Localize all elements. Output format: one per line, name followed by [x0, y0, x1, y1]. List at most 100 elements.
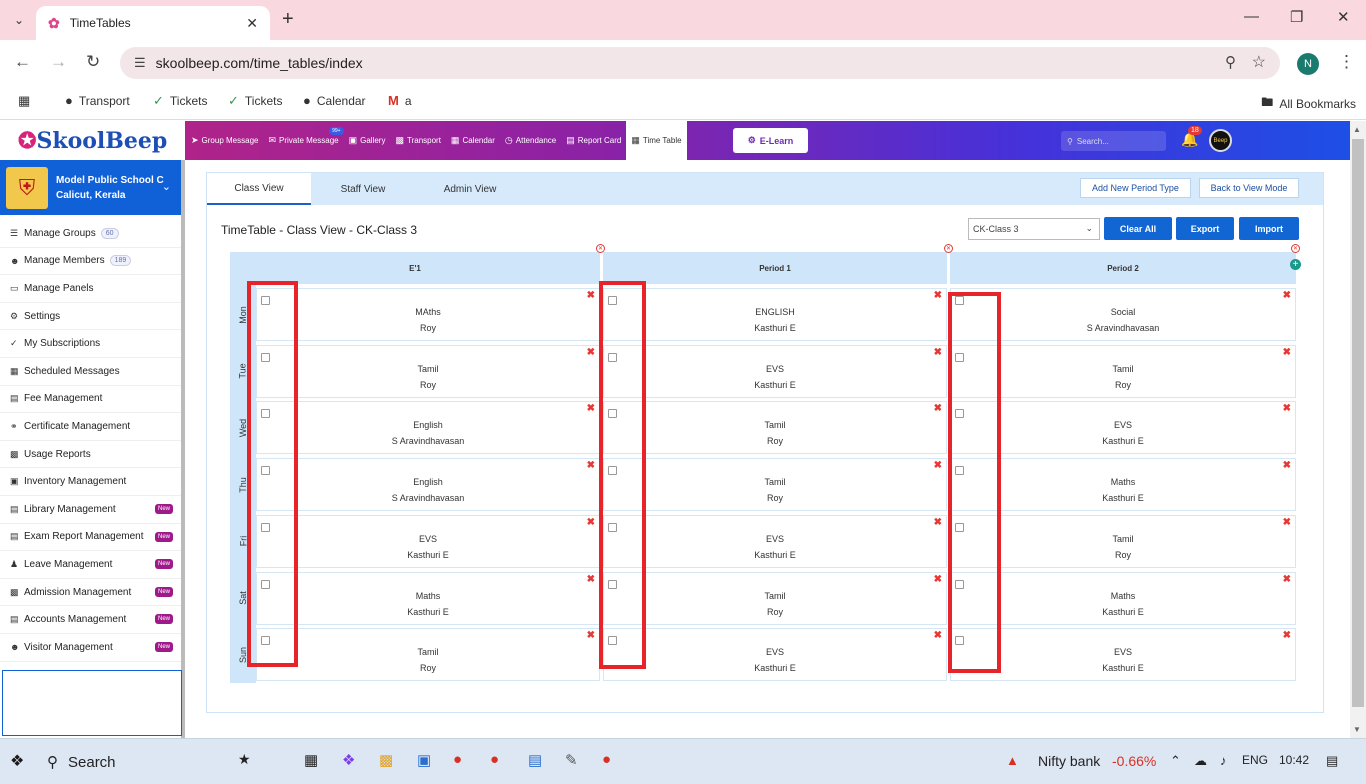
delete-cell-icon[interactable]: ✖	[1283, 403, 1291, 414]
remove-column-icon[interactable]: ✕	[596, 244, 605, 253]
site-info-icon[interactable]: ☰	[134, 55, 146, 71]
sidebar-item-manage-members[interactable]: ☻ Manage Members 189	[0, 248, 181, 276]
timetable-cell[interactable]: ✖ EVS Kasthuri E	[256, 514, 600, 568]
timetable-cell[interactable]: ✖ EVS Kasthuri E	[603, 514, 947, 568]
all-bookmarks[interactable]: 🖿 All Bookmarks	[1261, 93, 1356, 114]
paint-icon[interactable]: ✎	[565, 751, 578, 769]
windows-start-icon[interactable]: ❖	[10, 751, 24, 771]
user-avatar[interactable]: Beep	[1209, 129, 1232, 152]
timetable-cell[interactable]: ✖ Maths Kasthuri E	[256, 571, 600, 625]
delete-cell-icon[interactable]: ✖	[934, 290, 942, 301]
export-button[interactable]: Export	[1176, 217, 1234, 240]
language-indicator[interactable]: ENG	[1242, 753, 1268, 767]
back-to-view-mode-button[interactable]: Back to View Mode	[1199, 178, 1299, 198]
delete-cell-icon[interactable]: ✖	[587, 460, 595, 471]
delete-cell-icon[interactable]: ✖	[1283, 630, 1291, 641]
timetable-cell[interactable]: ✖ EVS Kasthuri E	[603, 628, 947, 682]
delete-cell-icon[interactable]: ✖	[934, 517, 942, 528]
timetable-cell[interactable]: ✖ EVS Kasthuri E	[950, 401, 1296, 455]
sidebar-item-leave-management[interactable]: ♟ Leave Management New	[0, 551, 181, 579]
sidebar-item-manage-panels[interactable]: ▭ Manage Panels	[0, 275, 181, 303]
forward-icon[interactable]: →	[50, 52, 67, 72]
file-explorer-icon[interactable]: ▩	[379, 751, 393, 769]
network-icon[interactable]: ☁	[1194, 753, 1207, 769]
chrome-profile-icon[interactable]: ●	[602, 751, 611, 768]
timetable-cell[interactable]: ✖ Social S Aravindhavasan	[950, 288, 1296, 341]
sidebar-item-usage-reports[interactable]: ▩ Usage Reports	[0, 441, 181, 469]
sidebar-item-accounts-management[interactable]: ▤ Accounts Management New	[0, 606, 181, 634]
menu-gallery[interactable]: ▣ Gallery	[344, 121, 391, 160]
sidebar-item-inventory-management[interactable]: ▣ Inventory Management	[0, 468, 181, 496]
task-view-icon[interactable]: ▦	[304, 751, 318, 769]
menu-time-table[interactable]: ▦ Time Table	[626, 121, 687, 160]
show-hidden-icons-icon[interactable]: ⌃	[1170, 753, 1181, 769]
bookmark-star-icon[interactable]: ☆	[1252, 52, 1266, 72]
menu-group-message[interactable]: ➤ Group Message	[186, 121, 263, 160]
scroll-down-icon[interactable]: ▼	[1353, 725, 1361, 734]
menu-private-message[interactable]: ✉ Private Message 99+	[263, 121, 344, 160]
delete-cell-icon[interactable]: ✖	[934, 460, 942, 471]
remove-column-icon[interactable]: ✕	[944, 244, 953, 253]
reload-icon[interactable]: ↻	[86, 52, 100, 72]
browser-tab[interactable]: ✿ TimeTables ✕	[36, 6, 270, 40]
timetable-cell[interactable]: ✖ English S Aravindhavasan	[256, 401, 600, 455]
remove-column-icon[interactable]: ✕	[1291, 244, 1300, 253]
delete-cell-icon[interactable]: ✖	[587, 347, 595, 358]
delete-cell-icon[interactable]: ✖	[934, 574, 942, 585]
timetable-cell[interactable]: ✖ MAths Roy	[256, 288, 600, 341]
browser-menu-icon[interactable]: ⋮	[1338, 52, 1355, 72]
import-button[interactable]: Import	[1239, 217, 1299, 240]
bookmark-gmail[interactable]: Ma	[388, 93, 412, 108]
timetable-cell[interactable]: ✖ Tamil Roy	[256, 628, 600, 682]
elearn-button[interactable]: ⚙ E-Learn	[733, 128, 808, 153]
timetable-cell[interactable]: ✖ EVS Kasthuri E	[603, 344, 947, 398]
store-icon[interactable]: ▣	[417, 751, 431, 769]
chrome-active-icon[interactable]: ●	[490, 751, 499, 768]
clock[interactable]: 10:42	[1279, 753, 1309, 767]
restore-icon[interactable]: ❐	[1290, 8, 1303, 26]
menu-report-card[interactable]: ▤ Report Card	[561, 121, 626, 160]
apps-grid-icon[interactable]: ▦	[18, 93, 36, 109]
tab-admin-view[interactable]: Admin View	[415, 173, 525, 205]
timetable-cell[interactable]: ✖ Maths Kasthuri E	[950, 571, 1296, 625]
delete-cell-icon[interactable]: ✖	[587, 290, 595, 301]
close-window-icon[interactable]: ✕	[1337, 8, 1350, 26]
stock-name[interactable]: Nifty bank	[1038, 753, 1100, 769]
menu-attendance[interactable]: ◷ Attendance	[500, 121, 561, 160]
menu-calendar[interactable]: ▦ Calendar	[446, 121, 500, 160]
new-tab-icon[interactable]: +	[282, 8, 294, 31]
tab-class-view[interactable]: Class View	[207, 173, 311, 205]
sidebar-item-certificate-management[interactable]: ⚭ Certificate Management	[0, 413, 181, 441]
notepad-icon[interactable]: ▤	[528, 751, 542, 769]
chevron-down-icon[interactable]: ⌄	[162, 180, 171, 193]
delete-cell-icon[interactable]: ✖	[1283, 460, 1291, 471]
timetable-cell[interactable]: ✖ Tamil Roy	[603, 571, 947, 625]
profile-avatar[interactable]: N	[1297, 53, 1319, 75]
delete-cell-icon[interactable]: ✖	[587, 403, 595, 414]
volume-icon[interactable]: ♪	[1220, 753, 1227, 768]
delete-cell-icon[interactable]: ✖	[1283, 347, 1291, 358]
sidebar-item-admission-management[interactable]: ▩ Admission Management New	[0, 579, 181, 607]
sidebar-item-settings[interactable]: ⚙ Settings	[0, 303, 181, 331]
timetable-cell[interactable]: ✖ Tamil Roy	[950, 514, 1296, 568]
sidebar-item-scheduled-messages[interactable]: ▦ Scheduled Messages	[0, 358, 181, 386]
omnibox[interactable]: ☰ skoolbeep.com/time_tables/index ⚲ ☆	[120, 47, 1280, 79]
delete-cell-icon[interactable]: ✖	[1283, 290, 1291, 301]
bookmark-transport[interactable]: ● Transport	[65, 93, 130, 108]
sidebar-item-my-subscriptions[interactable]: ✓ My Subscriptions	[0, 330, 181, 358]
close-tab-icon[interactable]: ✕	[246, 15, 258, 32]
timetable-cell[interactable]: ✖ Tamil Roy	[950, 344, 1296, 398]
tab-list-chevron-icon[interactable]: ⌄	[8, 9, 30, 31]
sidebar-item-manage-groups[interactable]: ☰ Manage Groups 60	[0, 220, 181, 248]
timetable-cell[interactable]: ✖ English S Aravindhavasan	[256, 458, 600, 512]
copilot-icon[interactable]: ❖	[342, 751, 355, 769]
scroll-up-icon[interactable]: ▲	[1353, 125, 1361, 134]
timetable-cell[interactable]: ✖ Tamil Roy	[603, 458, 947, 512]
delete-cell-icon[interactable]: ✖	[1283, 574, 1291, 585]
add-column-icon[interactable]: +	[1290, 259, 1301, 270]
scrollbar-thumb[interactable]	[1352, 139, 1364, 707]
delete-cell-icon[interactable]: ✖	[587, 630, 595, 641]
clear-all-button[interactable]: Clear All	[1104, 217, 1172, 240]
sidebar-item-exam-report-management[interactable]: ▤ Exam Report Management New	[0, 524, 181, 552]
zoom-icon[interactable]: ⚲	[1225, 53, 1236, 71]
